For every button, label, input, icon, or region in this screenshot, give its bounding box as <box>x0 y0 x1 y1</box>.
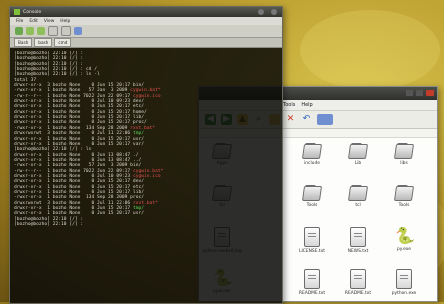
folder-icon <box>393 185 415 201</box>
file-label: include <box>304 161 320 166</box>
paste-icon[interactable] <box>61 26 71 36</box>
file-label: README.txt <box>298 291 326 296</box>
terminal-tabs: Bash bash cmd <box>10 38 282 48</box>
file-label: Tools <box>306 203 318 208</box>
forward-icon[interactable] <box>37 27 45 35</box>
file-item[interactable]: Tools <box>289 185 335 208</box>
maximize-button[interactable] <box>416 90 423 96</box>
minimize-button[interactable] <box>406 90 413 96</box>
file-item[interactable]: Tools <box>381 185 427 208</box>
file-label: NEWS.txt <box>347 249 369 254</box>
file-item[interactable]: include <box>289 143 335 166</box>
terminal-titlebar[interactable]: Console <box>10 7 282 17</box>
menu-item-view[interactable]: View <box>44 19 54 24</box>
desktop-texture <box>300 10 440 90</box>
file-label: README.txt <box>344 291 372 296</box>
file-item[interactable]: tcl <box>335 185 381 208</box>
terminal-toolbar <box>10 25 282 38</box>
file-item[interactable]: Lib <box>335 143 381 166</box>
terminal-window: Console File Edit View Help Bash bash cm… <box>9 6 283 304</box>
python-icon: 🐍 <box>395 226 415 245</box>
document-icon <box>304 227 320 247</box>
copy-icon[interactable] <box>48 26 58 36</box>
menu-item-tools[interactable]: Tools <box>283 102 295 108</box>
document-icon <box>350 227 366 247</box>
file-label: py.exe <box>397 247 411 252</box>
tab-bash-2[interactable]: bash <box>34 38 53 47</box>
tab-cmd[interactable]: cmd <box>54 38 72 47</box>
file-label: python.exe <box>391 291 417 296</box>
file-item[interactable]: NEWS.txt <box>335 227 381 254</box>
terminal-app-icon <box>14 9 20 15</box>
file-item[interactable]: libs <box>381 143 427 166</box>
file-label: Lib <box>354 161 362 166</box>
close-button[interactable] <box>271 9 277 15</box>
tab-bash[interactable]: Bash <box>14 38 33 47</box>
folder-icon <box>301 143 323 159</box>
file-item[interactable]: 🐍 py.exe <box>381 226 427 253</box>
folder-icon <box>347 185 369 201</box>
document-icon <box>350 269 366 289</box>
document-icon <box>396 269 412 289</box>
terminal-title: Console <box>23 9 42 15</box>
terminal-output[interactable]: [bozho@bozho] 22:10 [/] : [bozho@bozho] 2… <box>14 51 278 301</box>
menu-item-edit[interactable]: Edit <box>29 19 38 24</box>
terminal-line: [bozho@bozho] 22:10 [/] : <box>14 222 84 227</box>
delete-icon[interactable]: ✕ <box>285 114 296 125</box>
menu-item-file[interactable]: File <box>16 19 23 24</box>
file-label: LICENSE.txt <box>299 249 325 254</box>
file-label: tcl <box>355 203 361 208</box>
file-item[interactable]: README.txt <box>289 269 335 296</box>
close-button[interactable] <box>426 90 434 96</box>
file-label: libs <box>400 161 408 166</box>
file-item[interactable]: LICENSE.txt <box>289 227 335 254</box>
back-icon[interactable] <box>26 27 34 35</box>
folder-icon <box>301 185 323 201</box>
file-item[interactable]: python.exe <box>381 269 427 296</box>
new-tab-icon[interactable] <box>15 27 23 35</box>
folder-icon <box>347 143 369 159</box>
views-icon[interactable] <box>317 114 333 125</box>
file-label: Tools <box>398 203 410 208</box>
minimize-button[interactable] <box>258 9 264 15</box>
terminal-menubar: File Edit View Help <box>10 17 282 25</box>
menu-item-help[interactable]: Help <box>60 19 70 24</box>
undo-icon[interactable]: ↶ <box>301 114 312 125</box>
settings-icon[interactable] <box>74 27 82 35</box>
folder-icon <box>393 143 415 159</box>
file-item[interactable]: README.txt <box>335 269 381 296</box>
menu-item-help[interactable]: Help <box>301 102 312 108</box>
document-icon <box>304 269 320 289</box>
